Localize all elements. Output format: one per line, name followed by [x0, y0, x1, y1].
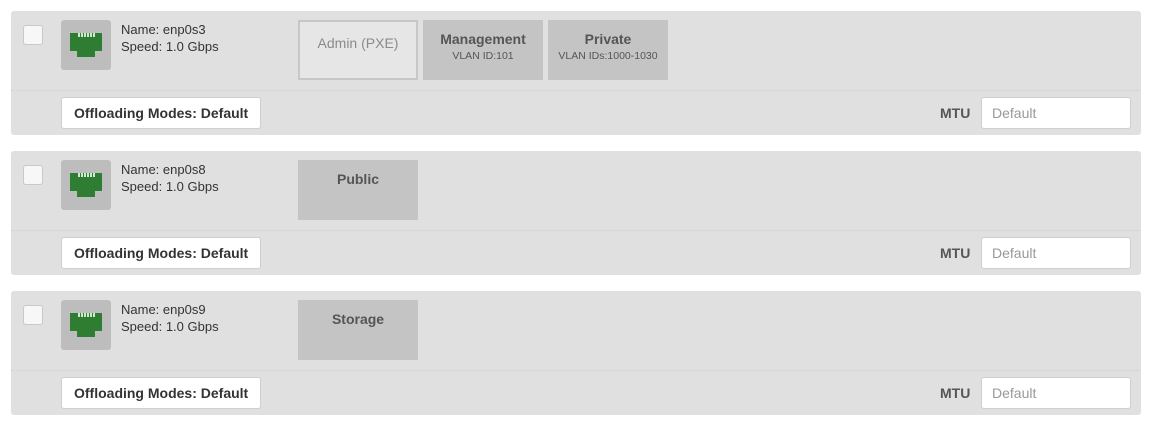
offloading-modes-button[interactable]: Offloading Modes: Default	[61, 97, 262, 129]
interface-panel-enp0s9: Name: enp0s9 Speed: 1.0 Gbps Storage Off…	[11, 291, 1141, 415]
interface-info: Name: enp0s8 Speed: 1.0 Gbps	[121, 161, 219, 195]
network-name: Public	[336, 171, 379, 187]
mtu-label: MTU	[940, 385, 971, 401]
ethernet-port-icon	[61, 300, 111, 350]
network-name: Private	[584, 31, 632, 47]
mtu-input[interactable]	[981, 377, 1131, 409]
interface-info: Name: enp0s9 Speed: 1.0 Gbps	[121, 301, 219, 335]
network-storage[interactable]: Storage	[298, 300, 418, 360]
interface-info: Name: enp0s3 Speed: 1.0 Gbps	[121, 21, 219, 55]
interface-name: Name: enp0s9	[121, 302, 206, 317]
network-name: Admin (PXE)	[317, 35, 399, 51]
interface-speed: Speed: 1.0 Gbps	[121, 179, 219, 194]
divider	[11, 370, 1141, 371]
divider	[11, 230, 1141, 231]
divider	[11, 90, 1141, 91]
offloading-modes-button[interactable]: Offloading Modes: Default	[61, 377, 262, 409]
network-vlan: VLAN ID:101	[452, 50, 514, 62]
mtu-label: MTU	[940, 105, 971, 121]
interface-speed: Speed: 1.0 Gbps	[121, 39, 219, 54]
ethernet-port-icon	[61, 20, 111, 70]
network-management[interactable]: Management VLAN ID:101	[423, 20, 543, 80]
offloading-modes-button[interactable]: Offloading Modes: Default	[61, 237, 262, 269]
interface-speed: Speed: 1.0 Gbps	[121, 319, 219, 334]
mtu-label: MTU	[940, 245, 971, 261]
network-vlan: VLAN IDs:1000-1030	[558, 50, 658, 62]
mtu-input[interactable]	[981, 97, 1131, 129]
interface-panel-enp0s8: Name: enp0s8 Speed: 1.0 Gbps Public Offl…	[11, 151, 1141, 275]
network-name: Storage	[331, 311, 385, 327]
network-private[interactable]: Private VLAN IDs:1000-1030	[548, 20, 668, 80]
interface-select-checkbox[interactable]	[23, 165, 43, 185]
mtu-input[interactable]	[981, 237, 1131, 269]
network-admin-pxe[interactable]: Admin (PXE)	[298, 20, 418, 80]
interface-panel-enp0s3: Name: enp0s3 Speed: 1.0 Gbps Admin (PXE)…	[11, 11, 1141, 135]
network-public[interactable]: Public	[298, 160, 418, 220]
network-name: Management	[440, 31, 526, 47]
ethernet-port-icon	[61, 160, 111, 210]
interface-name: Name: enp0s8	[121, 162, 206, 177]
interface-select-checkbox[interactable]	[23, 25, 43, 45]
interface-select-checkbox[interactable]	[23, 305, 43, 325]
interface-name: Name: enp0s3	[121, 22, 206, 37]
